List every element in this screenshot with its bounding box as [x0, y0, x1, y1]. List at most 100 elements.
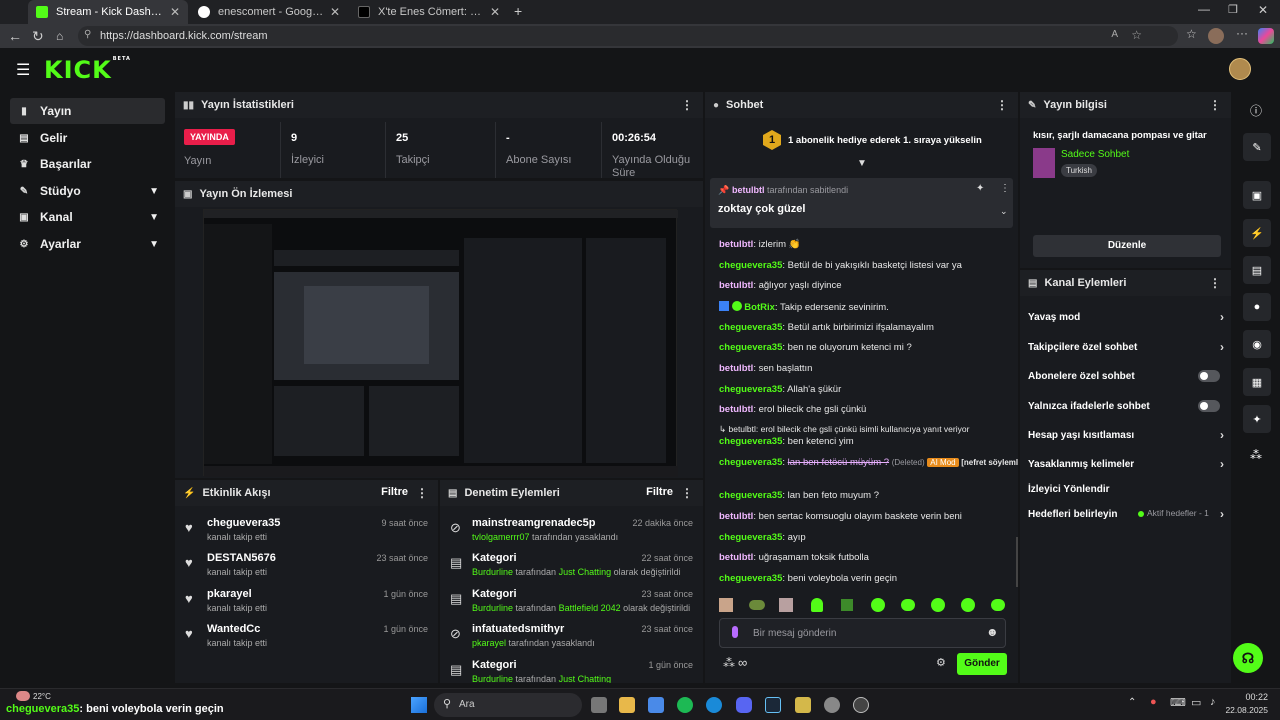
task-view-icon[interactable] [591, 697, 607, 713]
tray-chevron-icon[interactable]: ⌃ [1128, 697, 1136, 708]
moderation-item[interactable]: ⊘ mainstreamgrenadec5p tvlolgamerrr07 ta… [440, 514, 703, 550]
edit-button[interactable]: Düzenle [1033, 235, 1221, 257]
support-chat-button[interactable]: ☊ [1233, 643, 1263, 673]
moderation-item[interactable]: ▤ Kategori Burdurline tarafından Just Ch… [440, 549, 703, 585]
keyboard-icon[interactable]: ⌨ [1170, 696, 1186, 709]
browser-profile-avatar[interactable] [1208, 28, 1224, 44]
chat-message[interactable]: cheguevera35: ben ketenci yim [719, 436, 854, 447]
emote-icon[interactable] [749, 600, 765, 610]
spotify-icon[interactable] [677, 697, 693, 713]
action-banned-words[interactable]: Yasaklanmış kelimeler › [1028, 454, 1224, 474]
chat-message[interactable]: betulbtl: izlerim 👏 [719, 239, 801, 250]
chat-message[interactable]: cheguevera35: ayıp [719, 532, 806, 543]
sidebar-item-basarilar[interactable]: ♛ Başarılar [10, 151, 165, 177]
activity-item[interactable]: ♥ cheguevera35 kanalı takip etti 9 saat … [175, 514, 438, 550]
edge-icon[interactable] [706, 697, 722, 713]
rail-moderation-button[interactable]: ▤ [1243, 256, 1271, 284]
pinned-menu-icon[interactable]: ⋮ [1000, 183, 1010, 194]
chat-message[interactable]: cheguevera35: Betül artık birbirimizi if… [719, 322, 934, 333]
rail-activity-button[interactable]: ⚡ [1243, 219, 1271, 247]
chat-user[interactable]: cheguevera35 [719, 260, 782, 271]
store-icon[interactable] [648, 697, 664, 713]
home-icon[interactable]: ⌂ [56, 28, 63, 44]
moderation-item[interactable]: ⊘ infatuatedsmithyr pkarayel tarafından … [440, 620, 703, 656]
network-icon[interactable]: ▭ [1191, 696, 1201, 709]
kebab-menu-icon[interactable]: ⋮ [681, 98, 693, 112]
file-explorer-icon[interactable] [619, 697, 635, 713]
chat-settings-icon[interactable]: ⚙ [936, 656, 946, 669]
kebab-menu-icon[interactable]: ⋮ [416, 486, 428, 500]
moderation-item[interactable]: ▤ Kategori Burdurline tarafından Just Ch… [440, 656, 703, 683]
filter-button[interactable]: Filtre [646, 486, 673, 498]
moderation-item[interactable]: ▤ Kategori Burdurline tarafından Battlef… [440, 585, 703, 621]
action-goals[interactable]: Hedefleri belirleyin Aktif hedefler - 1 … [1028, 504, 1224, 524]
chat-user[interactable]: betulbtl [719, 404, 753, 415]
chat-message[interactable]: betulbtl: erol bilecik che gsli çünkü [719, 404, 866, 415]
chat-message[interactable]: cheguevera35: ben ne oluyorum ketenci mi… [719, 342, 912, 353]
chat-user[interactable]: cheguevera35 [719, 342, 782, 353]
chat-message-deleted[interactable]: cheguevera35: lan ben fetöcü müyüm ? (De… [719, 457, 1018, 468]
chat-user[interactable]: cheguevera35 [719, 322, 782, 333]
chat-scrollbar[interactable] [1016, 537, 1018, 587]
taskbar-search[interactable]: ⚲ Ara [434, 693, 582, 717]
favorites-icon[interactable]: ☆ [1186, 27, 1197, 41]
chat-message[interactable]: betulbtl: ağlıyor yaşlı diyince [719, 280, 842, 291]
more-options-icon[interactable]: ··· [1236, 26, 1248, 40]
emote-icon[interactable] [871, 598, 885, 612]
copilot-icon[interactable] [1258, 28, 1274, 44]
chat-user[interactable]: cheguevera35 [719, 532, 782, 543]
kebab-menu-icon[interactable]: ⋮ [1209, 276, 1221, 290]
sidebar-item-ayarlar[interactable]: ⚙ Ayarlar ▼ [10, 231, 165, 257]
windows-start-icon[interactable] [411, 697, 427, 713]
rail-chat-button[interactable]: ● [1243, 293, 1271, 321]
emote-icon[interactable] [841, 599, 853, 611]
chat-user[interactable]: betulbtl [719, 280, 753, 291]
rail-tools-button[interactable]: ✦ [1243, 405, 1271, 433]
chat-user[interactable]: cheguevera35 [719, 573, 782, 584]
emote-icon[interactable] [991, 599, 1005, 611]
app-icon[interactable] [795, 697, 811, 713]
clock-date[interactable]: 22.08.2025 [1222, 705, 1268, 715]
pinned-message[interactable]: 📌 betulbtl tarafından sabitlendi zoktay … [710, 178, 1013, 228]
tab-kick-dashboard[interactable]: Stream - Kick Dashboard ✕ [28, 0, 188, 24]
chat-user[interactable]: betulbtl [719, 363, 753, 374]
activity-item[interactable]: ♥ WantedCc kanalı takip etti 1 gün önce [175, 620, 438, 656]
chat-message[interactable]: cheguevera35: lan ben feto muyum ? [719, 490, 879, 501]
read-aloud-icon[interactable]: A [1111, 29, 1118, 40]
kebab-menu-icon[interactable]: ⋮ [1209, 98, 1221, 112]
back-icon[interactable]: ← [8, 28, 22, 44]
activity-item[interactable]: ♥ pkarayel kanalı takip etti 1 gün önce [175, 585, 438, 621]
filter-button[interactable]: Filtre [381, 486, 408, 498]
infinity-icon[interactable]: ∞ [738, 655, 747, 670]
chat-message[interactable]: betulbtl: ben sertac komsuoglu olayım ba… [719, 511, 962, 522]
emote-icon[interactable] [811, 598, 823, 612]
emoji-icon[interactable]: ☻ [986, 625, 999, 639]
sidebar-item-gelir[interactable]: ▤ Gelir [10, 125, 165, 151]
stream-preview-video[interactable] [203, 209, 678, 477]
tab-x-post[interactable]: X'te Enes Cömert: "Record ve A B ✕ [350, 0, 508, 24]
action-followers-only[interactable]: Takipçilere özel sohbet › [1028, 337, 1224, 357]
chat-input[interactable]: Bir mesaj gönderin ☻ [719, 618, 1006, 648]
emote-icon[interactable] [961, 598, 975, 612]
kick-logo[interactable]: KICKBETA [44, 56, 131, 84]
close-window-icon[interactable]: ✕ [1258, 3, 1268, 17]
close-tab-icon[interactable]: ✕ [490, 5, 500, 19]
close-tab-icon[interactable]: ✕ [330, 5, 340, 19]
more-widgets-icon[interactable]: ⁂ [1250, 448, 1262, 462]
chevron-down-icon[interactable]: ⌄ [1000, 206, 1008, 217]
send-button[interactable]: Gönder [957, 653, 1007, 675]
url-field[interactable]: ⚲ https://dashboard.kick.com/stream A ☆ [78, 26, 1178, 46]
chat-message[interactable]: BotRix: Takip ederseniz sevinirim. [719, 301, 889, 313]
action-account-age[interactable]: Hesap yaşı kısıtlaması › [1028, 425, 1224, 445]
rail-edit-button[interactable]: ✎ [1243, 133, 1271, 161]
rail-preview-button[interactable]: ▣ [1243, 181, 1271, 209]
rail-broadcast-button[interactable]: ◉ [1243, 330, 1271, 358]
chat-message[interactable]: betulbtl: uğraşamam toksik futbolla [719, 552, 869, 563]
chat-user[interactable]: cheguevera35 [719, 457, 782, 468]
favorite-star-icon[interactable]: ☆ [1131, 28, 1142, 42]
user-avatar[interactable] [1229, 58, 1251, 80]
kebab-menu-icon[interactable]: ⋮ [681, 486, 693, 500]
action-raid[interactable]: İzleyici Yönlendir [1028, 479, 1224, 499]
emote-icon[interactable] [779, 598, 793, 612]
reload-icon[interactable]: ↻ [32, 28, 44, 44]
